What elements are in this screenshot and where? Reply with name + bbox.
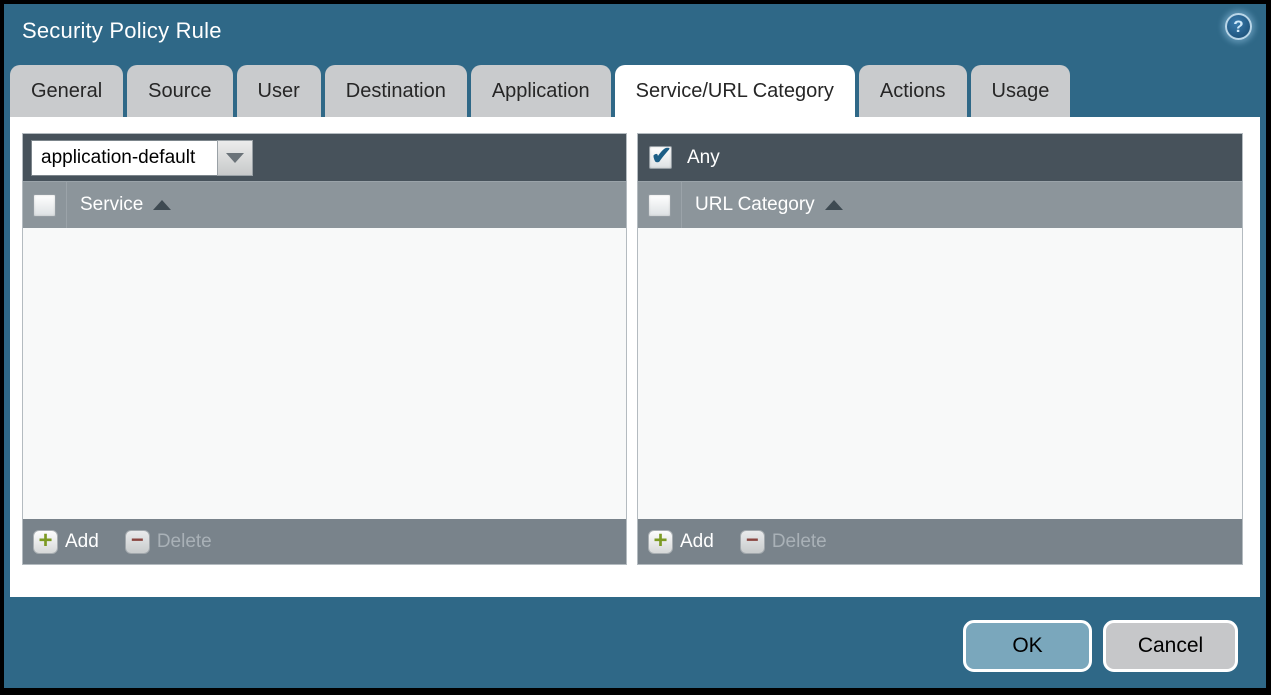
sort-ascending-icon[interactable] [153,200,172,210]
add-icon: + [33,526,58,554]
delete-icon: − [124,527,150,554]
add-button-label: Add [680,530,714,552]
service-column-header[interactable]: Service [80,194,143,216]
service-select-all-checkbox[interactable] [33,193,56,217]
url-category-panel: Any URL Category + Add − Delete [637,133,1243,565]
service-add-button[interactable]: + Add [33,526,99,554]
url-category-column-header[interactable]: URL Category [695,194,815,216]
service-type-dropdown-value: application-default [31,139,217,176]
any-checkbox[interactable] [649,141,672,171]
dialog-title: Security Policy Rule [22,18,222,43]
service-panel: application-default Service + Add − Dele… [22,133,627,565]
help-icon-glyph: ? [1233,16,1244,36]
tab-bar: General Source User Destination Applicat… [10,65,1071,117]
tab-actions[interactable]: Actions [858,65,967,117]
tab-general[interactable]: General [10,65,124,117]
add-icon: + [648,526,673,554]
add-button-label: Add [65,530,99,552]
tab-content-area: application-default Service + Add − Dele… [10,117,1260,597]
tab-service-url-category[interactable]: Service/URL Category [614,65,855,117]
service-select-all-cell [23,182,67,228]
dialog-action-buttons: OK Cancel [963,620,1238,672]
url-category-toolbar: Any [638,134,1242,181]
tab-label: Service/URL Category [635,79,834,102]
cancel-button[interactable]: Cancel [1103,620,1238,672]
service-footer: + Add − Delete [23,519,626,564]
delete-icon: − [739,527,765,554]
service-toolbar: application-default [23,134,626,181]
delete-button-label: Delete [771,530,827,552]
service-list-empty[interactable] [23,228,626,519]
url-category-delete-button[interactable]: − Delete [739,527,827,554]
dropdown-arrow-button[interactable] [217,139,253,176]
service-table-header: Service [23,181,626,228]
tab-label: General [31,79,103,102]
minus-glyph: − [745,527,759,552]
url-category-table-header: URL Category [638,181,1242,228]
service-delete-button[interactable]: − Delete [124,527,212,554]
url-category-add-button[interactable]: + Add [648,526,714,554]
chevron-down-icon [226,152,244,163]
help-icon[interactable]: ? [1225,13,1252,40]
url-category-select-all-cell [638,182,682,228]
security-policy-rule-dialog: Security Policy Rule ? General Source Us… [4,4,1266,688]
tab-label: Source [148,79,212,102]
tab-label: Application [491,79,590,102]
sort-ascending-icon[interactable] [824,200,843,210]
service-type-dropdown[interactable]: application-default [31,139,253,176]
tab-label: Actions [879,79,946,102]
tab-source[interactable]: Source [127,65,233,117]
minus-glyph: − [130,527,144,552]
url-category-select-all-checkbox[interactable] [648,193,671,217]
tab-application[interactable]: Application [470,65,611,117]
url-category-list-empty[interactable] [638,228,1242,519]
tab-label: Usage [991,79,1050,102]
tab-destination[interactable]: Destination [324,65,467,117]
tab-usage[interactable]: Usage [970,65,1071,117]
title-bar: Security Policy Rule ? [4,4,1266,66]
delete-button-label: Delete [156,530,212,552]
any-checkbox-label[interactable]: Any [687,147,720,169]
tab-user[interactable]: User [236,65,321,117]
url-category-footer: + Add − Delete [638,519,1242,564]
tab-label: Destination [345,79,446,102]
plus-glyph: + [38,526,53,554]
tab-label: User [257,79,300,102]
plus-glyph: + [653,526,668,554]
ok-button[interactable]: OK [963,620,1092,672]
